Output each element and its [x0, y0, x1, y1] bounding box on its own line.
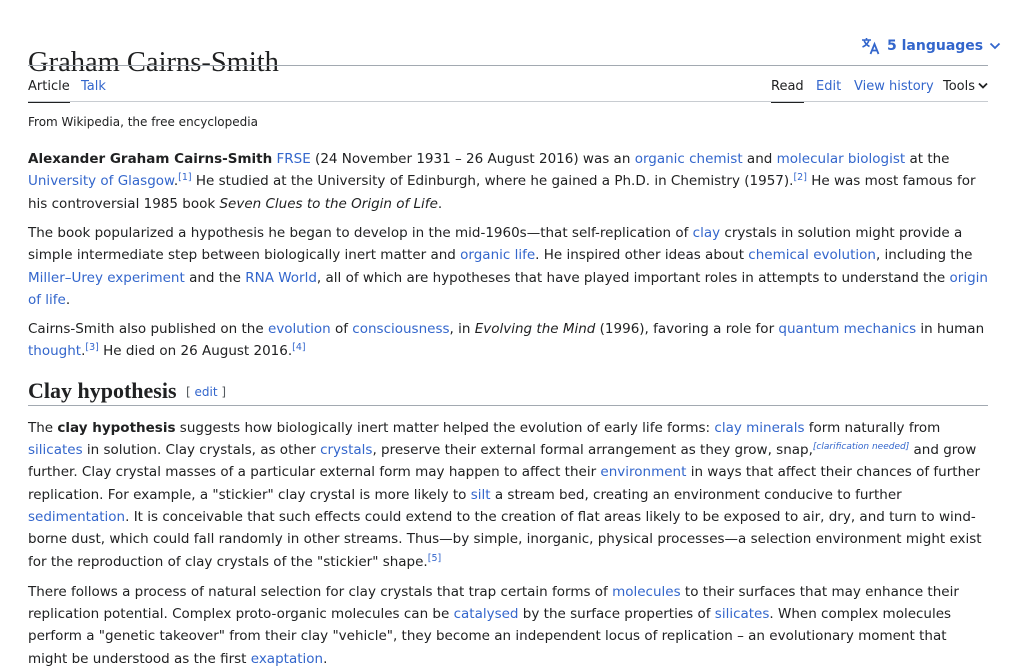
tab-article[interactable]: Article: [28, 78, 70, 103]
link-molecular-biologist[interactable]: molecular biologist: [777, 151, 906, 167]
link-catalysed[interactable]: catalysed: [454, 606, 519, 622]
intro-paragraph-3: Cairns-Smith also published on the evolu…: [28, 318, 990, 363]
edit-label[interactable]: edit: [195, 385, 218, 399]
link-environment[interactable]: environment: [600, 464, 686, 480]
text-run: There follows a process of natural selec…: [28, 583, 613, 600]
book-title: Evolving the Mind: [474, 321, 596, 338]
intro-paragraph-1: Alexander Graham Cairns-Smith FRSE (24 N…: [28, 148, 990, 215]
text-run: a stream bed, creating an environment co…: [490, 486, 902, 503]
section-paragraph-1: The clay hypothesis suggests how biologi…: [28, 417, 990, 573]
book-title: Seven Clues to the Origin of Life: [219, 195, 438, 212]
text-run: He died on 26 August 2016.: [98, 343, 293, 360]
link-consciousness[interactable]: consciousness: [352, 321, 449, 337]
wikipedia-article-page: Graham Cairns-Smith 5 languages Article …: [0, 0, 1015, 670]
link-university-of-glasgow[interactable]: University of Glasgow: [28, 173, 174, 189]
text-run: and the: [184, 269, 246, 286]
text-run: of: [330, 321, 353, 338]
link-organic-chemist[interactable]: organic chemist: [635, 151, 743, 167]
text-run: Cairns-Smith also published on the: [28, 321, 268, 338]
tab-talk[interactable]: Talk: [81, 78, 106, 95]
tab-edit[interactable]: Edit: [816, 78, 841, 95]
link-silicates[interactable]: silicates: [28, 442, 83, 458]
intro-paragraph-2: The book popularized a hypothesis he beg…: [28, 222, 990, 311]
text-run: in human: [916, 321, 985, 338]
text-run: (1996), favoring a role for: [595, 321, 779, 338]
section-divider: [28, 404, 988, 406]
text-run: form naturally from: [804, 419, 941, 436]
site-tagline: From Wikipedia, the free encyclopedia: [28, 115, 258, 129]
tools-menu-button[interactable]: Tools: [943, 78, 988, 95]
text-run: . He inspired other ideas about: [535, 247, 749, 264]
section-edit-link[interactable]: [ edit ]: [186, 385, 226, 399]
link-rna-world[interactable]: RNA World: [245, 270, 317, 286]
chevron-down-icon: [978, 78, 988, 95]
link-sedimentation[interactable]: sedimentation: [28, 509, 125, 525]
text-run: , including the: [875, 247, 973, 264]
link-frse[interactable]: FRSE: [277, 151, 311, 167]
link-crystals[interactable]: crystals: [320, 442, 372, 458]
title-divider: [28, 65, 988, 66]
tabs-divider: [28, 101, 988, 102]
text-run: , preserve their external formal arrange…: [372, 442, 813, 459]
clarification-needed-link[interactable]: [clarification needed]: [813, 442, 909, 452]
text-run: He studied at the University of Edinburg…: [191, 173, 794, 190]
section-paragraph-2: There follows a process of natural selec…: [28, 581, 990, 670]
translate-icon: [861, 37, 881, 55]
text-run: by the surface properties of: [518, 606, 715, 623]
text-run: The book popularized a hypothesis he beg…: [28, 225, 693, 241]
chevron-down-icon: [989, 41, 1001, 51]
text-run: .: [65, 291, 71, 308]
text-run: . It is conceivable that such effects co…: [28, 508, 982, 570]
link-exaptation[interactable]: exaptation: [251, 651, 323, 667]
link-organic-life[interactable]: organic life: [460, 247, 535, 263]
section-heading: Clay hypothesis: [28, 377, 177, 403]
text-run: at the: [905, 151, 950, 167]
text-run: , all of which are hypotheses that have …: [316, 269, 950, 286]
reference-1[interactable]: [1]: [178, 172, 191, 183]
link-clay-minerals[interactable]: clay minerals: [714, 420, 804, 436]
subject-name: Alexander Graham Cairns-Smith: [28, 151, 273, 167]
bold-term: clay hypothesis: [57, 419, 176, 436]
text-run: and: [742, 151, 777, 167]
language-selector-button[interactable]: 5 languages: [861, 36, 1001, 56]
text-run: .: [323, 650, 328, 667]
tab-read[interactable]: Read: [771, 78, 804, 103]
article-body: Alexander Graham Cairns-Smith FRSE (24 N…: [28, 148, 990, 670]
text-run: , in: [449, 321, 475, 338]
reference-5[interactable]: [5]: [428, 553, 441, 564]
reference-2[interactable]: [2]: [793, 172, 806, 183]
section-header-clay-hypothesis: Clay hypothesis [ edit ]: [28, 363, 990, 417]
text-run: The: [28, 419, 58, 436]
tools-label: Tools: [943, 79, 976, 94]
bracket: ]: [217, 384, 227, 399]
link-chemical-evolution[interactable]: chemical evolution: [748, 247, 876, 263]
languages-label: 5 languages: [887, 38, 984, 54]
tab-view-history[interactable]: View history: [854, 78, 934, 95]
page-title: Graham Cairns-Smith: [28, 47, 279, 79]
reference-3[interactable]: [3]: [85, 342, 98, 353]
text-run: in solution. Clay crystals, as other: [82, 442, 321, 459]
link-evolution[interactable]: evolution: [268, 321, 331, 337]
link-molecules[interactable]: molecules: [612, 584, 681, 600]
text-run: suggests how biologically inert matter h…: [175, 419, 715, 436]
link-miller-urey-experiment[interactable]: Miller–Urey experiment: [28, 270, 185, 286]
link-silt[interactable]: silt: [471, 487, 491, 503]
bracket: [: [186, 384, 195, 399]
link-quantum-mechanics[interactable]: quantum mechanics: [778, 321, 916, 337]
link-thought[interactable]: thought: [28, 343, 81, 359]
link-silicates[interactable]: silicates: [715, 606, 770, 622]
reference-4[interactable]: [4]: [292, 342, 305, 353]
text-run: .: [437, 195, 443, 212]
text-run: (24 November 1931 – 26 August 2016) was …: [310, 151, 635, 167]
link-clay[interactable]: clay: [693, 225, 720, 241]
